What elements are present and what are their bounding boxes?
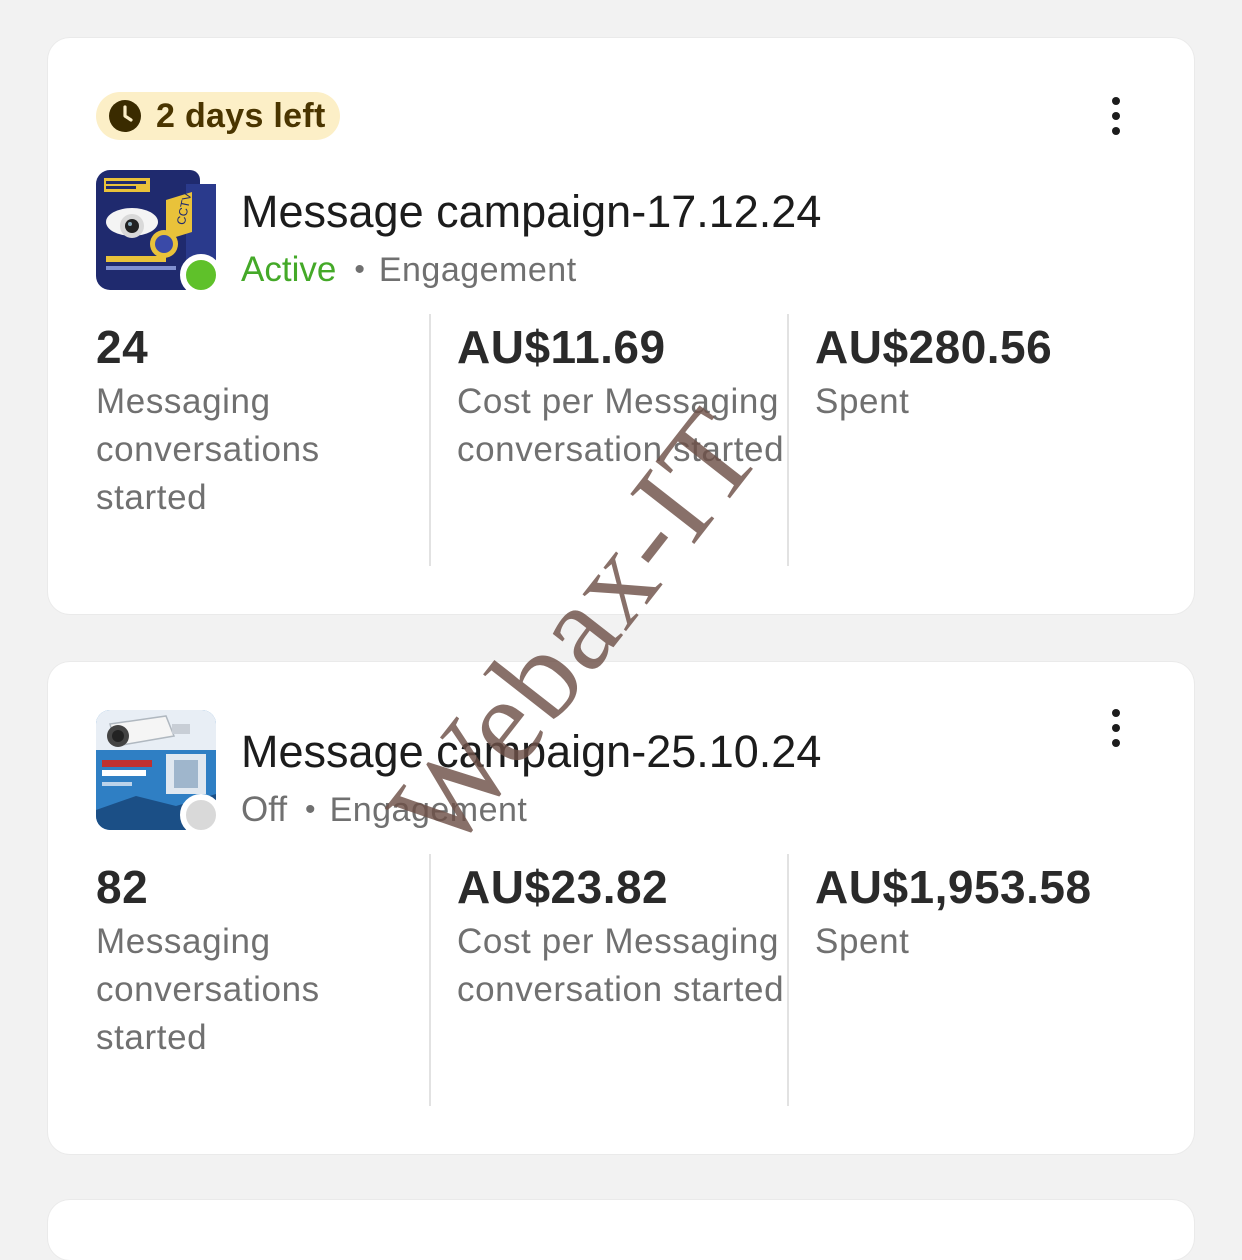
metric-spent: AU$280.56 Spent xyxy=(787,314,1176,566)
campaign-card-partial[interactable] xyxy=(48,1200,1194,1260)
metric-results: 82 Messaging conversations started xyxy=(96,854,429,1106)
separator-dot: • xyxy=(305,793,316,826)
status-indicator-dot xyxy=(180,254,222,296)
campaign-name[interactable]: Message campaign-17.12.24 xyxy=(241,186,821,238)
more-options-button[interactable] xyxy=(1096,92,1136,140)
campaign-thumbnail[interactable] xyxy=(96,710,222,836)
more-dot-icon xyxy=(1112,739,1120,747)
campaign-objective: Engagement xyxy=(378,250,577,289)
more-dot-icon xyxy=(1112,709,1120,717)
more-dot-icon xyxy=(1112,97,1120,105)
campaign-status-line: Active • Engagement xyxy=(241,250,577,290)
metric-spent: AU$1,953.58 Spent xyxy=(787,854,1176,1106)
metric-label: Spent xyxy=(815,922,910,961)
metric-value: AU$280.56 xyxy=(815,321,1053,373)
delivery-status: Active xyxy=(241,250,337,289)
more-dot-icon xyxy=(1112,724,1120,732)
metric-label: Cost per Messaging conversation started xyxy=(457,922,785,1009)
separator-dot: • xyxy=(354,253,365,286)
metric-cost-per-result: AU$23.82 Cost per Messaging conversation… xyxy=(429,854,787,1106)
more-dot-icon xyxy=(1112,127,1120,135)
metrics-row: 82 Messaging conversations started AU$23… xyxy=(96,854,1176,1106)
campaign-card[interactable]: Message campaign-25.10.24 Off • Engageme… xyxy=(48,662,1194,1154)
status-indicator-dot xyxy=(180,794,222,836)
metric-label: Cost per Messaging conversation started xyxy=(457,382,785,469)
campaign-status-line: Off • Engagement xyxy=(241,790,527,830)
campaign-card[interactable]: 2 days left CCTV Message campaign-17.12.… xyxy=(48,38,1194,614)
campaign-objective: Engagement xyxy=(329,790,528,829)
delivery-status: Off xyxy=(241,790,288,829)
metrics-row: 24 Messaging conversations started AU$11… xyxy=(96,314,1176,566)
metric-value: AU$23.82 xyxy=(457,861,669,913)
more-options-button[interactable] xyxy=(1096,704,1136,752)
metric-value: 82 xyxy=(96,861,149,913)
metric-label: Spent xyxy=(815,382,910,421)
time-remaining-badge: 2 days left xyxy=(96,92,340,140)
metric-results: 24 Messaging conversations started xyxy=(96,314,429,566)
metric-label: Messaging conversations started xyxy=(96,382,320,517)
metric-value: AU$11.69 xyxy=(457,321,666,373)
campaign-name[interactable]: Message campaign-25.10.24 xyxy=(241,726,821,778)
metric-cost-per-result: AU$11.69 Cost per Messaging conversation… xyxy=(429,314,787,566)
metric-value: AU$1,953.58 xyxy=(815,861,1092,913)
more-dot-icon xyxy=(1112,112,1120,120)
clock-icon xyxy=(109,100,141,132)
metric-label: Messaging conversations started xyxy=(96,922,320,1057)
badge-text: 2 days left xyxy=(156,96,326,135)
campaign-thumbnail[interactable]: CCTV xyxy=(96,170,222,296)
metric-value: 24 xyxy=(96,321,149,373)
